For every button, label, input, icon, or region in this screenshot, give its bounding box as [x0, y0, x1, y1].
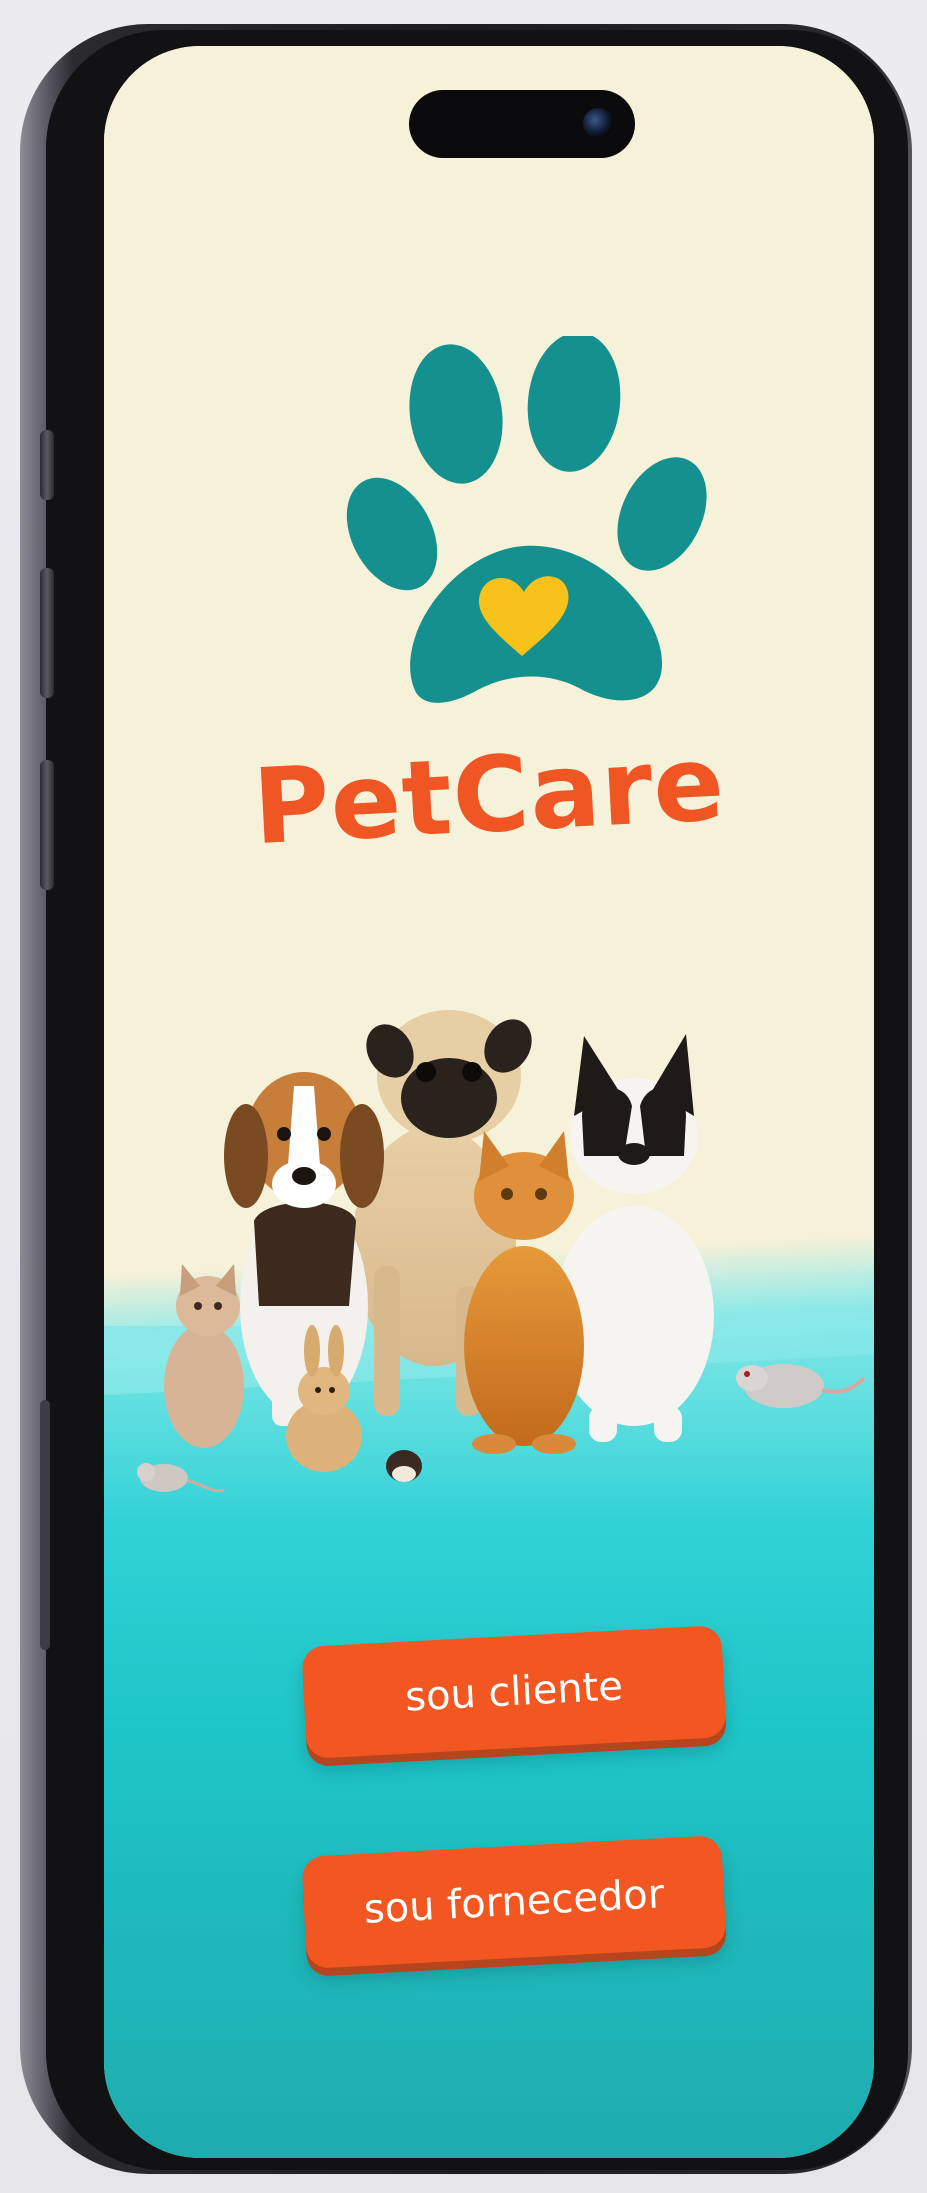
hamster: [386, 1450, 422, 1482]
product-mockup-background: PetCare sou cliente sou fornecedor: [0, 0, 927, 2193]
tabby-kitten: [164, 1264, 244, 1448]
sim-tray: [40, 1400, 50, 1650]
pets-group-illustration: [137, 1010, 866, 1493]
paw-heart-icon: [346, 336, 707, 703]
orange-cat: [464, 1131, 584, 1454]
volume-down-button: [40, 760, 54, 890]
dynamic-island: [409, 90, 635, 158]
front-camera-icon: [583, 108, 613, 138]
phone-screen: PetCare sou cliente sou fornecedor: [104, 46, 874, 2158]
rat-right: [736, 1364, 866, 1408]
supplier-button[interactable]: sou fornecedor: [301, 1835, 727, 1969]
volume-up-button: [40, 568, 54, 698]
mouse-left: [137, 1463, 225, 1493]
action-button: [40, 430, 54, 500]
client-button[interactable]: sou cliente: [301, 1625, 727, 1759]
